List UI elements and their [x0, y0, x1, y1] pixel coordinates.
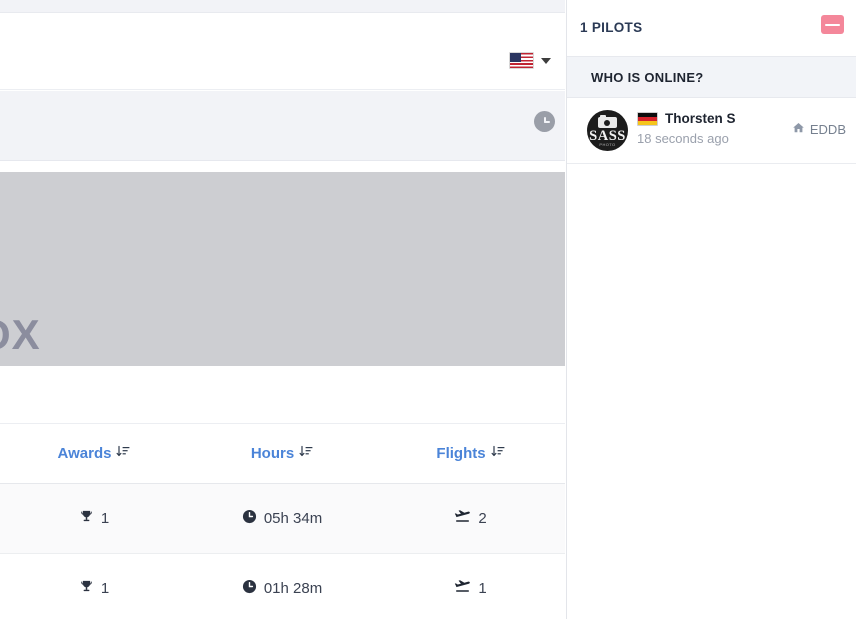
- spacer-a: [0, 162, 565, 172]
- pilot-location-code: EDDB: [809, 121, 846, 137]
- cell-flights-value: 1: [478, 579, 487, 597]
- cell-hours: 01h 28m: [188, 553, 376, 619]
- trophy-icon: [79, 579, 94, 598]
- home-icon: [792, 121, 805, 137]
- column-header-hours[interactable]: Hours: [188, 425, 376, 484]
- hero-partial-text: OX: [0, 311, 41, 358]
- top-band: [0, 0, 565, 13]
- language-selector[interactable]: [509, 52, 551, 69]
- spacer-b: [0, 366, 565, 424]
- plane-departure-icon: [454, 509, 471, 528]
- sort-amount-down-icon: [116, 445, 130, 463]
- cell-awards: 1: [0, 483, 188, 554]
- main-content-column: OX Awards: [0, 0, 565, 619]
- column-label-flights: Flights: [436, 445, 486, 463]
- plane-departure-icon: [454, 579, 471, 598]
- cell-flights-value: 2: [478, 509, 487, 527]
- pilots-panel: 1 PILOTS WHO IS ONLINE? SASS PHOTO Thors…: [566, 0, 856, 619]
- column-header-awards[interactable]: Awards: [0, 425, 188, 484]
- collapse-panel-button[interactable]: [821, 15, 844, 34]
- cell-hours: 05h 34m: [188, 483, 376, 554]
- who-is-online-header: WHO IS ONLINE?: [567, 57, 856, 98]
- cell-awards-value: 1: [100, 579, 110, 597]
- panel-empty-area: [567, 166, 856, 619]
- pilot-name: Thorsten S: [665, 111, 736, 126]
- cell-flights: 2: [376, 483, 565, 554]
- cell-flights: 1: [376, 553, 565, 619]
- minus-icon: [825, 23, 840, 26]
- table-header-row: Awards Hours Flights: [0, 425, 565, 484]
- pilot-last-seen: 18 seconds ago: [637, 131, 729, 146]
- cell-awards-value: 1: [100, 509, 110, 527]
- clock-icon[interactable]: [534, 111, 555, 132]
- column-label-hours: Hours: [250, 445, 295, 463]
- panel-header: 1 PILOTS: [567, 0, 856, 57]
- avatar-subtext: PHOTO: [599, 141, 616, 147]
- trophy-icon: [79, 509, 94, 528]
- sort-amount-down-icon: [491, 445, 505, 463]
- us-flag-icon: [509, 52, 534, 69]
- table-row[interactable]: 1 01h 28m 1: [0, 553, 565, 619]
- table-row[interactable]: 1 05h 34m 2: [0, 483, 565, 554]
- pilot-location: EDDB: [792, 121, 846, 137]
- avatar: SASS PHOTO: [587, 110, 628, 151]
- stats-table: Awards Hours Flights 1 05h 34m 2 1 01h 2…: [0, 425, 565, 619]
- hero-banner: OX: [0, 172, 565, 366]
- top-bar: [0, 14, 565, 90]
- who-is-online-label: WHO IS ONLINE?: [591, 70, 704, 85]
- sort-amount-down-icon: [299, 445, 313, 463]
- clock-icon: [242, 509, 257, 528]
- panel-title: 1 PILOTS: [580, 20, 643, 35]
- cell-hours-value: 01h 28m: [263, 579, 323, 597]
- app-root: OX Awards: [0, 0, 856, 619]
- list-item[interactable]: SASS PHOTO Thorsten S 18 seconds ago EDD…: [567, 98, 856, 164]
- sub-bar: [0, 91, 565, 161]
- clock-icon: [242, 579, 257, 598]
- cell-hours-value: 05h 34m: [263, 509, 323, 527]
- pilot-name-line: Thorsten S: [637, 111, 736, 126]
- chevron-down-icon: [541, 57, 551, 64]
- cell-awards: 1: [0, 553, 188, 619]
- column-label-awards: Awards: [57, 445, 112, 463]
- de-flag-icon: [637, 111, 658, 126]
- column-header-flights[interactable]: Flights: [376, 425, 565, 484]
